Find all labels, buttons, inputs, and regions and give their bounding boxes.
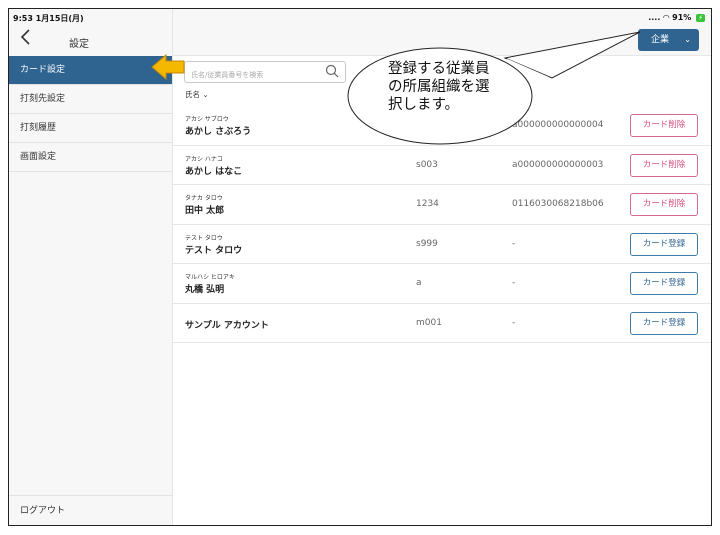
employee-kana: アカシ サブロウ (185, 116, 229, 123)
callout-text: 登録する従業員 の所属組織を選 択します。 (388, 60, 490, 114)
callout-line: 択します。 (388, 97, 460, 113)
app-frame: 9:53 1月15日(月) 設定 カード設定 打刻先設定 打刻履歴 画面設定 ロ… (8, 8, 712, 526)
register-card-button[interactable]: カード登録 (630, 232, 698, 256)
sidebar-item-card-settings[interactable]: カード設定 (9, 56, 172, 85)
company-label: 企業 (651, 35, 670, 45)
table-row: タナカ タロウ 田中 太郎 1234 0116030068218b06 カード削… (173, 185, 711, 225)
back-button[interactable] (19, 29, 39, 49)
status-time-date: 9:53 1月15日(月) (13, 14, 84, 23)
card-id: 0116030068218b06 (512, 199, 604, 209)
table-row: アカシ ハナコ あかし はなこ s003 a000000000000003 カー… (173, 146, 711, 185)
employee-name: 田中 太郎 (185, 206, 225, 216)
callout-line: の所属組織を選 (388, 79, 490, 95)
employee-kana: テスト タロウ (185, 234, 223, 242)
employee-code: s999 (416, 238, 438, 249)
employee-kana: アカシ ハナコ (185, 155, 223, 163)
employee-code: m001 (416, 317, 442, 328)
sort-by-name[interactable]: 氏名 ⌄ (185, 89, 209, 100)
search-input[interactable] (191, 65, 321, 85)
register-card-button[interactable]: カード登録 (630, 311, 698, 335)
search-icon[interactable] (325, 64, 339, 78)
card-id: - (512, 278, 516, 288)
company-select-button[interactable]: 企業 ⌄ (638, 29, 699, 51)
wifi-icon: ◠ (663, 13, 670, 22)
employee-code: 1234 (416, 199, 439, 209)
signal-icon: .... (648, 13, 661, 22)
battery-percent: 91% (672, 13, 692, 22)
card-id: - (512, 238, 516, 249)
sidebar: 9:53 1月15日(月) 設定 カード設定 打刻先設定 打刻履歴 画面設定 ロ… (9, 9, 173, 525)
employee-name: あかし はなこ (185, 166, 243, 177)
table-row: サンプル アカウント m001 - カード登録 (173, 304, 711, 343)
employee-name: サンプル アカウント (185, 320, 269, 331)
top-bar: .... ◠ 91% ⚡ 企業 ⌄ (173, 9, 711, 56)
chevron-down-icon: ⌄ (684, 35, 691, 44)
employee-name: 丸橋 弘明 (185, 285, 225, 295)
employee-name: あかし さぶろう (185, 127, 252, 137)
employee-name: テスト タロウ (185, 245, 243, 256)
delete-card-button[interactable]: カード削除 (630, 114, 698, 137)
table-row: マルハシ ヒロアキ 丸橋 弘明 a - カード登録 (173, 264, 711, 304)
sidebar-item-punch-history[interactable]: 打刻履歴 (9, 114, 172, 143)
register-card-button[interactable]: カード登録 (630, 272, 698, 295)
search-box[interactable] (184, 61, 346, 85)
employee-code: a (416, 278, 422, 288)
employee-table: アカシ サブロウ あかし さぶろう a000000000000004 カード削除… (173, 106, 711, 343)
employee-kana: タナカ タロウ (185, 195, 223, 202)
sidebar-item-screen-settings[interactable]: 画面設定 (9, 143, 172, 172)
delete-card-button[interactable]: カード削除 (630, 193, 698, 216)
sidebar-nav: カード設定 打刻先設定 打刻履歴 画面設定 (9, 56, 172, 172)
delete-card-button[interactable]: カード削除 (630, 153, 698, 177)
card-id: - (512, 317, 516, 328)
logout-button[interactable]: ログアウト (9, 495, 172, 525)
sidebar-item-punch-destination[interactable]: 打刻先設定 (9, 85, 172, 114)
sidebar-title: 設定 (69, 39, 89, 50)
employee-kana: マルハシ ヒロアキ (185, 274, 235, 281)
battery-icon: ⚡ (696, 14, 705, 22)
card-id: a000000000000003 (512, 159, 604, 170)
callout-line: 登録する従業員 (388, 61, 490, 77)
employee-code: s003 (416, 159, 438, 170)
chevron-left-icon (20, 29, 30, 45)
status-indicators: .... ◠ 91% ⚡ (648, 13, 705, 22)
table-row: テスト タロウ テスト タロウ s999 - カード登録 (173, 225, 711, 264)
card-id: a000000000000004 (512, 120, 604, 130)
